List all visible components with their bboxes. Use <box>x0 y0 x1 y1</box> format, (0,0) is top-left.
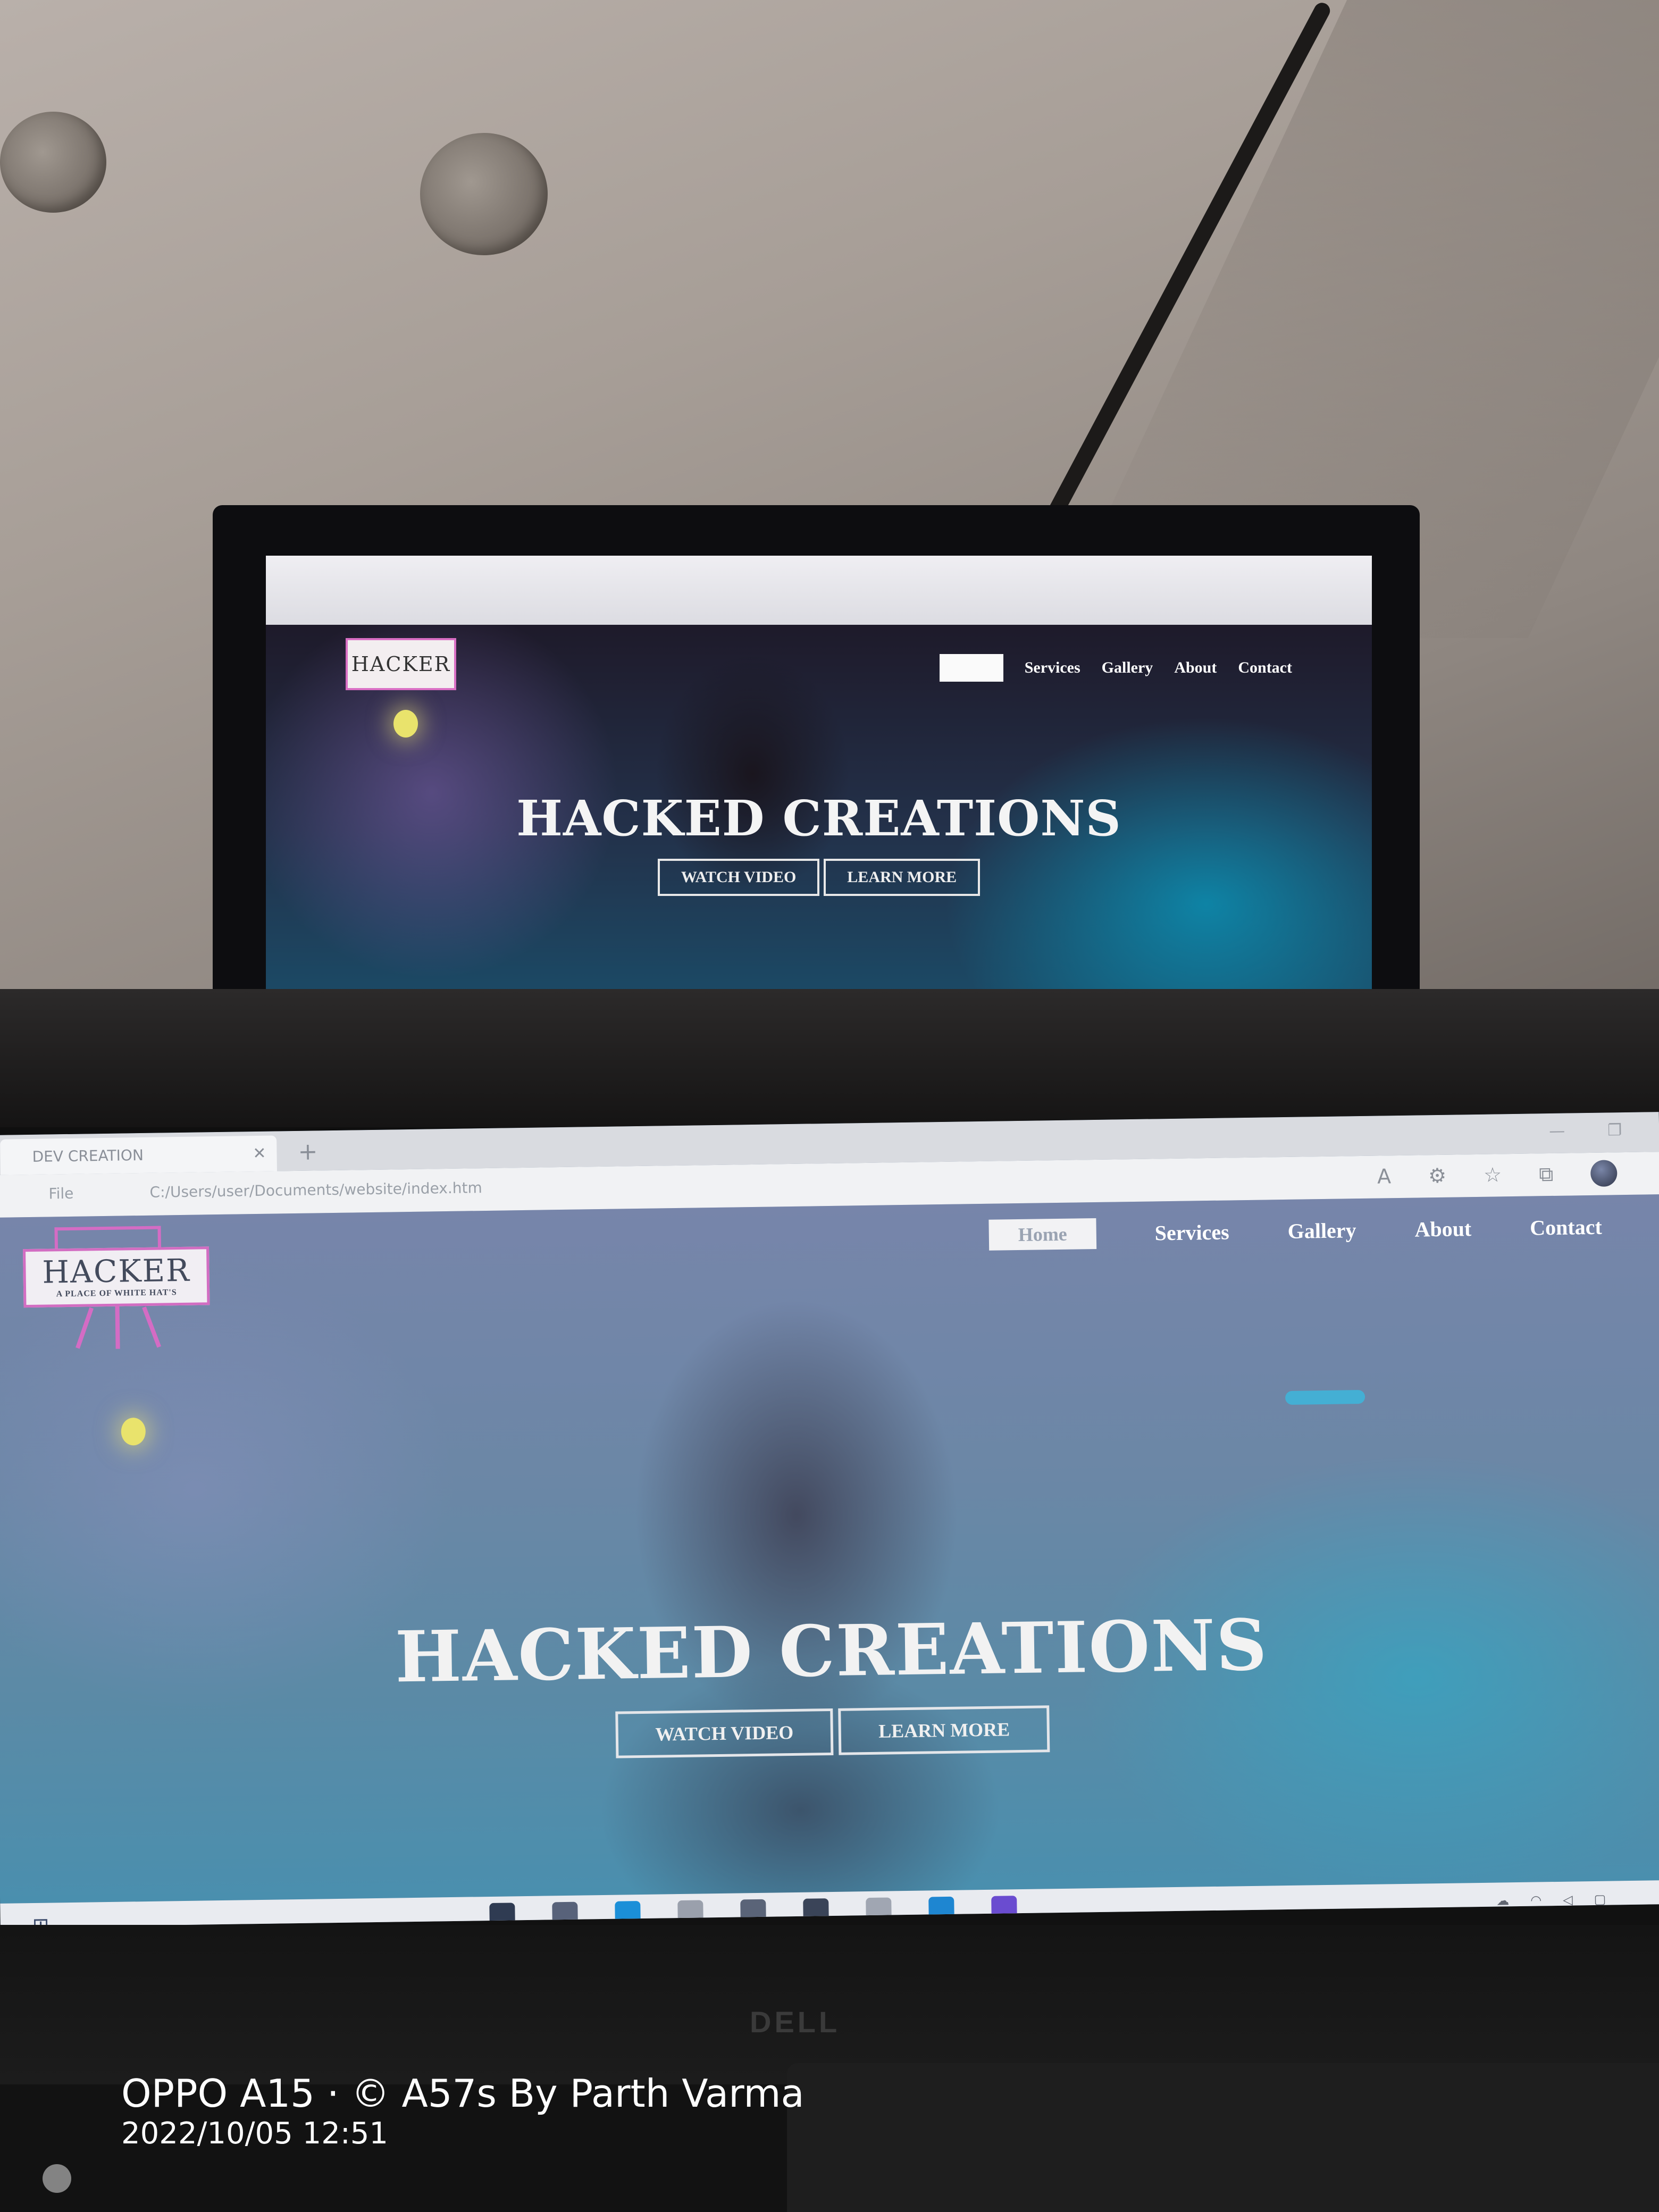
taskbar-app-icon[interactable] <box>740 1899 766 1925</box>
back-learn-more-button[interactable]: LEARN MORE <box>824 859 981 896</box>
extension-icon[interactable]: ⚙ <box>1428 1164 1447 1187</box>
profile-avatar-icon[interactable] <box>1590 1160 1618 1187</box>
logo-frame-icon <box>54 1226 161 1249</box>
back-hero-buttons: WATCH VIDEO LEARN MORE <box>266 859 1372 896</box>
logo-title: HACKER <box>42 1252 191 1291</box>
back-nav-home[interactable] <box>939 654 1003 682</box>
lamp-light <box>121 1417 146 1446</box>
taskbar-app-icon[interactable] <box>489 1903 515 1928</box>
site-logo[interactable]: HACKER A PLACE OF WHITE HAT'S <box>22 1246 210 1308</box>
url-input[interactable]: C:/Users/user/Documents/website/index.ht… <box>149 1179 482 1201</box>
browser-tab[interactable]: DEV CREATION ✕ <box>0 1135 277 1175</box>
back-nav: Services Gallery About Contact <box>939 654 1292 682</box>
laptop-lid <box>0 989 1659 1127</box>
background-light <box>1285 1389 1365 1405</box>
read-aloud-icon[interactable]: A <box>1377 1164 1392 1188</box>
taskbar-app-icon[interactable] <box>866 1897 892 1924</box>
taskbar-app-icon[interactable] <box>552 1901 578 1928</box>
taskbar-app-icon[interactable] <box>803 1898 829 1924</box>
camera-shutter-icon <box>43 2164 71 2193</box>
browser-toolbar: A ⚙ ☆ ⧉ <box>1377 1160 1618 1189</box>
laptop-brand-logo: DELL <box>750 2005 841 2039</box>
network-icon[interactable]: ◠ <box>1530 1892 1541 1907</box>
photo-scene: HACKER Services Gallery About Contact HA… <box>0 0 1659 2212</box>
notification-icon[interactable]: ▢ <box>1594 1892 1606 1907</box>
collections-icon[interactable]: ⧉ <box>1539 1162 1554 1186</box>
wall-knob <box>0 112 106 213</box>
laptop: DEV CREATION ✕ + — ❐ File C:/Users/user/… <box>0 989 1659 2212</box>
camera-watermark: OPPO A15 · © A57s By Parth Varma 2022/10… <box>121 2071 805 2154</box>
back-hero-section: HACKER Services Gallery About Contact HA… <box>266 625 1372 997</box>
minimize-icon[interactable]: — <box>1549 1122 1565 1141</box>
taskbar-app-icon[interactable] <box>677 1900 703 1926</box>
back-browser-chrome <box>266 556 1372 625</box>
learn-more-button[interactable]: LEARN MORE <box>838 1705 1050 1755</box>
nav-gallery[interactable]: Gallery <box>1287 1218 1356 1244</box>
back-hero-title: HACKED CREATIONS <box>516 790 1121 847</box>
logo-subtitle: A PLACE OF WHITE HAT'S <box>56 1288 177 1299</box>
volume-icon[interactable]: ◁ <box>1563 1892 1573 1907</box>
taskbar-app-icon[interactable] <box>615 1901 641 1927</box>
new-tab-icon[interactable]: + <box>298 1138 318 1166</box>
watermark-device: OPPO A15 · © A57s By Parth Varma <box>121 2071 805 2116</box>
back-watch-video-button[interactable]: WATCH VIDEO <box>657 859 820 896</box>
back-nav-services[interactable]: Services <box>1025 659 1080 677</box>
back-monitor-screen: HACKER Services Gallery About Contact HA… <box>266 556 1372 997</box>
nav-contact[interactable]: Contact <box>1530 1214 1602 1240</box>
watermark-datetime: 2022/10/05 12:51 <box>121 2116 388 2151</box>
main-nav: Home Services Gallery About Contact <box>988 1211 1602 1251</box>
system-tray: ☁ ◠ ◁ ▢ <box>1496 1892 1606 1908</box>
watch-video-button[interactable]: WATCH VIDEO <box>615 1708 834 1758</box>
logo-stand-icon <box>115 1306 120 1349</box>
close-tab-icon[interactable]: ✕ <box>253 1144 266 1163</box>
nav-about[interactable]: About <box>1414 1216 1471 1242</box>
back-nav-gallery[interactable]: Gallery <box>1102 659 1153 677</box>
laptop-screen: DEV CREATION ✕ + — ❐ File C:/Users/user/… <box>0 1112 1659 1928</box>
lamp-light <box>393 710 418 738</box>
restore-icon[interactable]: ❐ <box>1607 1121 1622 1139</box>
back-nav-about[interactable]: About <box>1174 659 1217 677</box>
hero-buttons: WATCH VIDEO LEARN MORE <box>0 1697 1659 1767</box>
weather-icon[interactable]: ☁ <box>1496 1893 1509 1908</box>
keyboard <box>787 2063 1659 2212</box>
logo-stand-icon <box>142 1306 162 1348</box>
tab-title: DEV CREATION <box>32 1146 144 1166</box>
window-controls: — ❐ <box>1549 1121 1622 1141</box>
wall-knob <box>420 133 548 255</box>
hero-title: HACKED CREATIONS <box>394 1604 1269 1699</box>
taskbar-app-icon[interactable] <box>928 1896 954 1923</box>
nav-home[interactable]: Home <box>988 1218 1097 1251</box>
site-info-label[interactable]: File <box>48 1185 73 1203</box>
logo-stand-icon <box>76 1307 94 1349</box>
back-nav-contact[interactable]: Contact <box>1238 659 1292 677</box>
hero-section: HACKER A PLACE OF WHITE HAT'S Home Servi… <box>0 1194 1659 1904</box>
taskbar-app-icon[interactable] <box>991 1896 1017 1922</box>
favorites-icon[interactable]: ☆ <box>1484 1163 1502 1186</box>
taskbar-apps <box>489 1896 1017 1928</box>
back-monitor: HACKER Services Gallery About Contact HA… <box>213 505 1420 1005</box>
nav-services[interactable]: Services <box>1154 1219 1229 1245</box>
back-logo[interactable]: HACKER <box>346 638 456 690</box>
